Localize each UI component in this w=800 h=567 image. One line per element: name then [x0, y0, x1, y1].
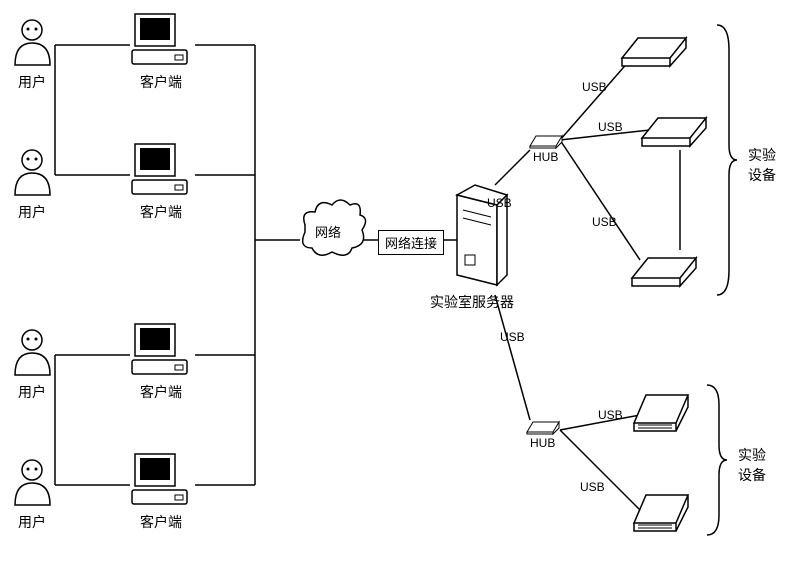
- usb-label-2: USB: [582, 80, 607, 94]
- user-icon-3: [10, 325, 55, 383]
- client-pc-icon-1: [130, 12, 195, 75]
- user-label-1: 用户: [18, 72, 46, 92]
- client-pc-icon-4: [130, 452, 195, 515]
- client-label-2: 客户端: [140, 202, 182, 222]
- usb-label-3: USB: [598, 120, 623, 134]
- network-link-box: 网络连接: [378, 230, 444, 255]
- client-label-3: 客户端: [140, 382, 182, 402]
- usb-label-5: USB: [500, 330, 525, 344]
- usb-label-4: USB: [592, 215, 617, 229]
- brace-1: [715, 20, 740, 303]
- client-pc-icon-3: [130, 322, 195, 385]
- user-label-3: 用户: [18, 382, 46, 402]
- client-label-4: 客户端: [140, 512, 182, 532]
- user-icon-2: [10, 145, 55, 203]
- user-label-2: 用户: [18, 202, 46, 222]
- device-icon-2: [640, 110, 710, 153]
- user-icon-1: [10, 15, 55, 73]
- cloud-label: 网络: [315, 222, 341, 241]
- equip-group-label-1: 实验 设备: [748, 145, 776, 185]
- device-icon-1: [620, 30, 690, 73]
- client-label-1: 客户端: [140, 72, 182, 92]
- usb-label-6: USB: [598, 408, 623, 422]
- usb-label-7: USB: [580, 480, 605, 494]
- usb-label-1: USB: [487, 196, 512, 210]
- brace-2: [705, 380, 730, 543]
- user-label-4: 用户: [18, 512, 46, 532]
- server-label: 实验室服务器: [430, 292, 514, 312]
- hub-label-2: HUB: [530, 436, 555, 450]
- equip-group-label-2: 实验 设备: [738, 445, 766, 485]
- device-icon-5: [632, 485, 692, 538]
- device-icon-3: [630, 250, 700, 293]
- device-icon-4: [632, 385, 692, 438]
- client-pc-icon-2: [130, 142, 195, 205]
- hub-label-1: HUB: [533, 150, 558, 164]
- user-icon-4: [10, 455, 55, 513]
